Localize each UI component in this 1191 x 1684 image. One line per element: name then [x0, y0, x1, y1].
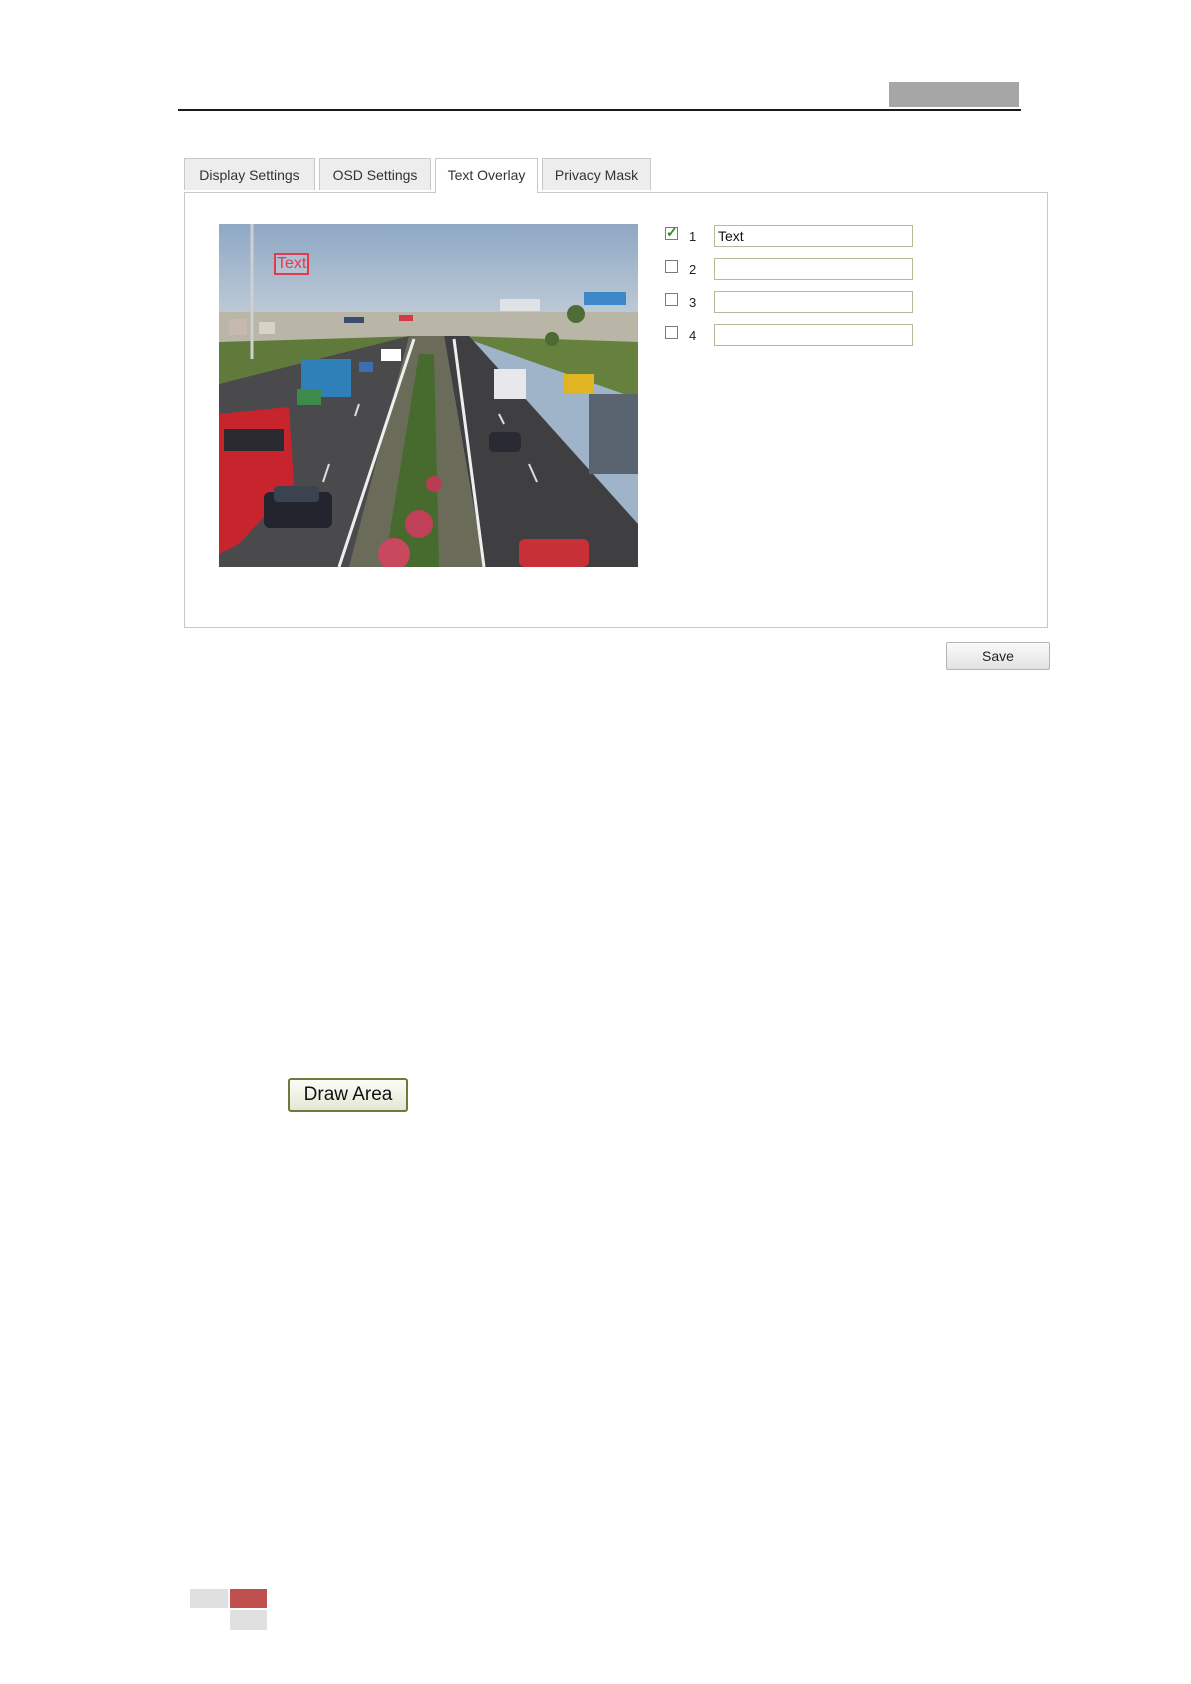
overlay-checkbox-3[interactable] — [665, 293, 678, 306]
footer-block-gray-lower — [230, 1610, 267, 1630]
overlay-checkbox-1[interactable]: ✓ — [665, 224, 678, 240]
tab-text-overlay[interactable]: Text Overlay — [435, 158, 538, 193]
overlay-row-number: 2 — [689, 262, 697, 277]
highway-scene-image — [219, 224, 638, 567]
video-preview — [219, 224, 638, 567]
overlay-row-number: 1 — [689, 229, 697, 244]
overlay-text-input-1[interactable] — [714, 225, 913, 247]
overlay-checkbox-4[interactable] — [665, 326, 678, 339]
overlay-row-number: 4 — [689, 328, 697, 343]
tab-osd-settings[interactable]: OSD Settings — [319, 158, 431, 190]
overlay-row-number: 3 — [689, 295, 697, 310]
tab-display-settings[interactable]: Display Settings — [184, 158, 315, 190]
header-box — [889, 82, 1019, 107]
checkmark-icon: ✓ — [666, 224, 678, 240]
overlay-text-input-3[interactable] — [714, 291, 913, 313]
tab-privacy-mask[interactable]: Privacy Mask — [542, 158, 651, 190]
header-rule — [178, 109, 1021, 111]
save-button[interactable]: Save — [946, 642, 1050, 670]
footer-block-red — [230, 1589, 267, 1608]
draw-area-button[interactable]: Draw Area — [288, 1078, 408, 1112]
overlay-text-input-4[interactable] — [714, 324, 913, 346]
overlay-text-label[interactable]: Text — [274, 253, 310, 275]
overlay-checkbox-2[interactable] — [665, 260, 678, 273]
overlay-text-input-2[interactable] — [714, 258, 913, 280]
footer-block-gray — [190, 1589, 228, 1608]
